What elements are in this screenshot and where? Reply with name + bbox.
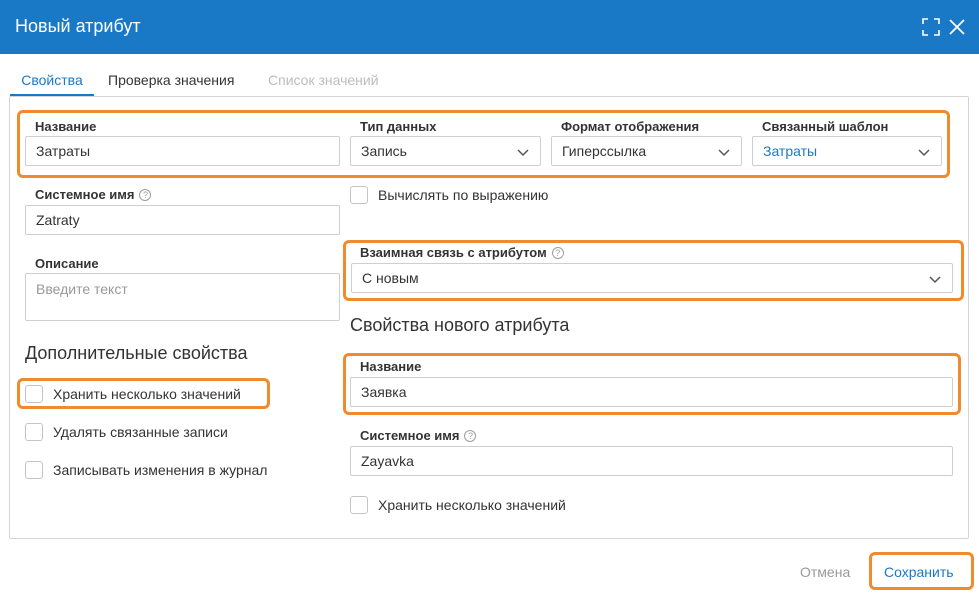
chevron-down-icon [918, 149, 930, 157]
delete-linked-row[interactable]: Удалять связанные записи [25, 423, 228, 441]
new-store-multiple-row[interactable]: Хранить несколько значений [350, 496, 566, 514]
new-system-name-input[interactable]: Zayavka [350, 446, 953, 476]
maximize-icon[interactable] [919, 15, 943, 39]
name-label: Название [35, 119, 97, 134]
tab-value-list: Список значений [268, 72, 379, 88]
new-attribute-section-title: Свойства нового атрибута [350, 315, 570, 335]
mutual-link-label: Взаимная связь с атрибутом ? [360, 245, 564, 260]
log-changes-checkbox[interactable] [25, 461, 43, 479]
linked-template-select[interactable]: Затраты [752, 136, 942, 166]
tab-value-check[interactable]: Проверка значения [108, 64, 234, 96]
log-changes-row[interactable]: Записывать изменения в журнал [25, 461, 267, 479]
description-label: Описание [35, 256, 99, 271]
new-store-multiple-checkbox[interactable] [350, 496, 368, 514]
help-icon[interactable]: ? [551, 246, 564, 259]
delete-linked-label: Удалять связанные записи [53, 424, 228, 440]
close-icon[interactable] [945, 15, 969, 39]
display-format-value: Гиперссылка [562, 143, 647, 159]
store-multiple-row[interactable]: Хранить несколько значений [25, 385, 241, 403]
log-changes-label: Записывать изменения в журнал [53, 462, 268, 478]
display-format-label: Формат отображения [561, 119, 700, 134]
help-icon[interactable]: ? [464, 429, 477, 442]
mutual-link-select[interactable]: С новым [351, 263, 953, 293]
new-system-name-label: Системное имя ? [360, 428, 477, 443]
data-type-value: Запись [361, 143, 407, 159]
dialog-title: Новый атрибут [15, 16, 141, 36]
store-multiple-label: Хранить несколько значений [53, 386, 241, 402]
store-multiple-checkbox[interactable] [25, 385, 43, 403]
mutual-link-value: С новым [362, 270, 419, 286]
cancel-button[interactable]: Отмена [800, 564, 850, 580]
description-textarea[interactable]: Введите текст [25, 273, 340, 321]
linked-template-label: Связанный шаблон [762, 119, 889, 134]
compute-expression-checkbox[interactable] [350, 186, 368, 204]
chevron-down-icon [929, 276, 941, 284]
name-input[interactable]: Затраты [25, 136, 340, 166]
system-name-input[interactable]: Zatraty [25, 205, 340, 235]
linked-template-value: Затраты [763, 143, 818, 159]
tab-properties[interactable]: Свойства [10, 64, 94, 96]
system-name-label: Системное имя ? [35, 187, 152, 202]
save-button[interactable]: Сохранить [884, 564, 954, 580]
new-name-input[interactable]: Заявка [350, 377, 953, 407]
additional-section-title: Дополнительные свойства [25, 343, 248, 363]
data-type-label: Тип данных [360, 119, 437, 134]
new-name-label: Название [360, 359, 422, 374]
data-type-select[interactable]: Запись [350, 136, 541, 166]
compute-expression-label: Вычислять по выражению [378, 187, 549, 203]
delete-linked-checkbox[interactable] [25, 423, 43, 441]
new-store-multiple-label: Хранить несколько значений [378, 497, 566, 513]
help-icon[interactable]: ? [139, 188, 152, 201]
dialog-titlebar: Новый атрибут [0, 0, 979, 54]
display-format-select[interactable]: Гиперссылка [551, 136, 742, 166]
chevron-down-icon [718, 149, 730, 157]
chevron-down-icon [517, 149, 529, 157]
compute-expression-row[interactable]: Вычислять по выражению [350, 186, 548, 204]
